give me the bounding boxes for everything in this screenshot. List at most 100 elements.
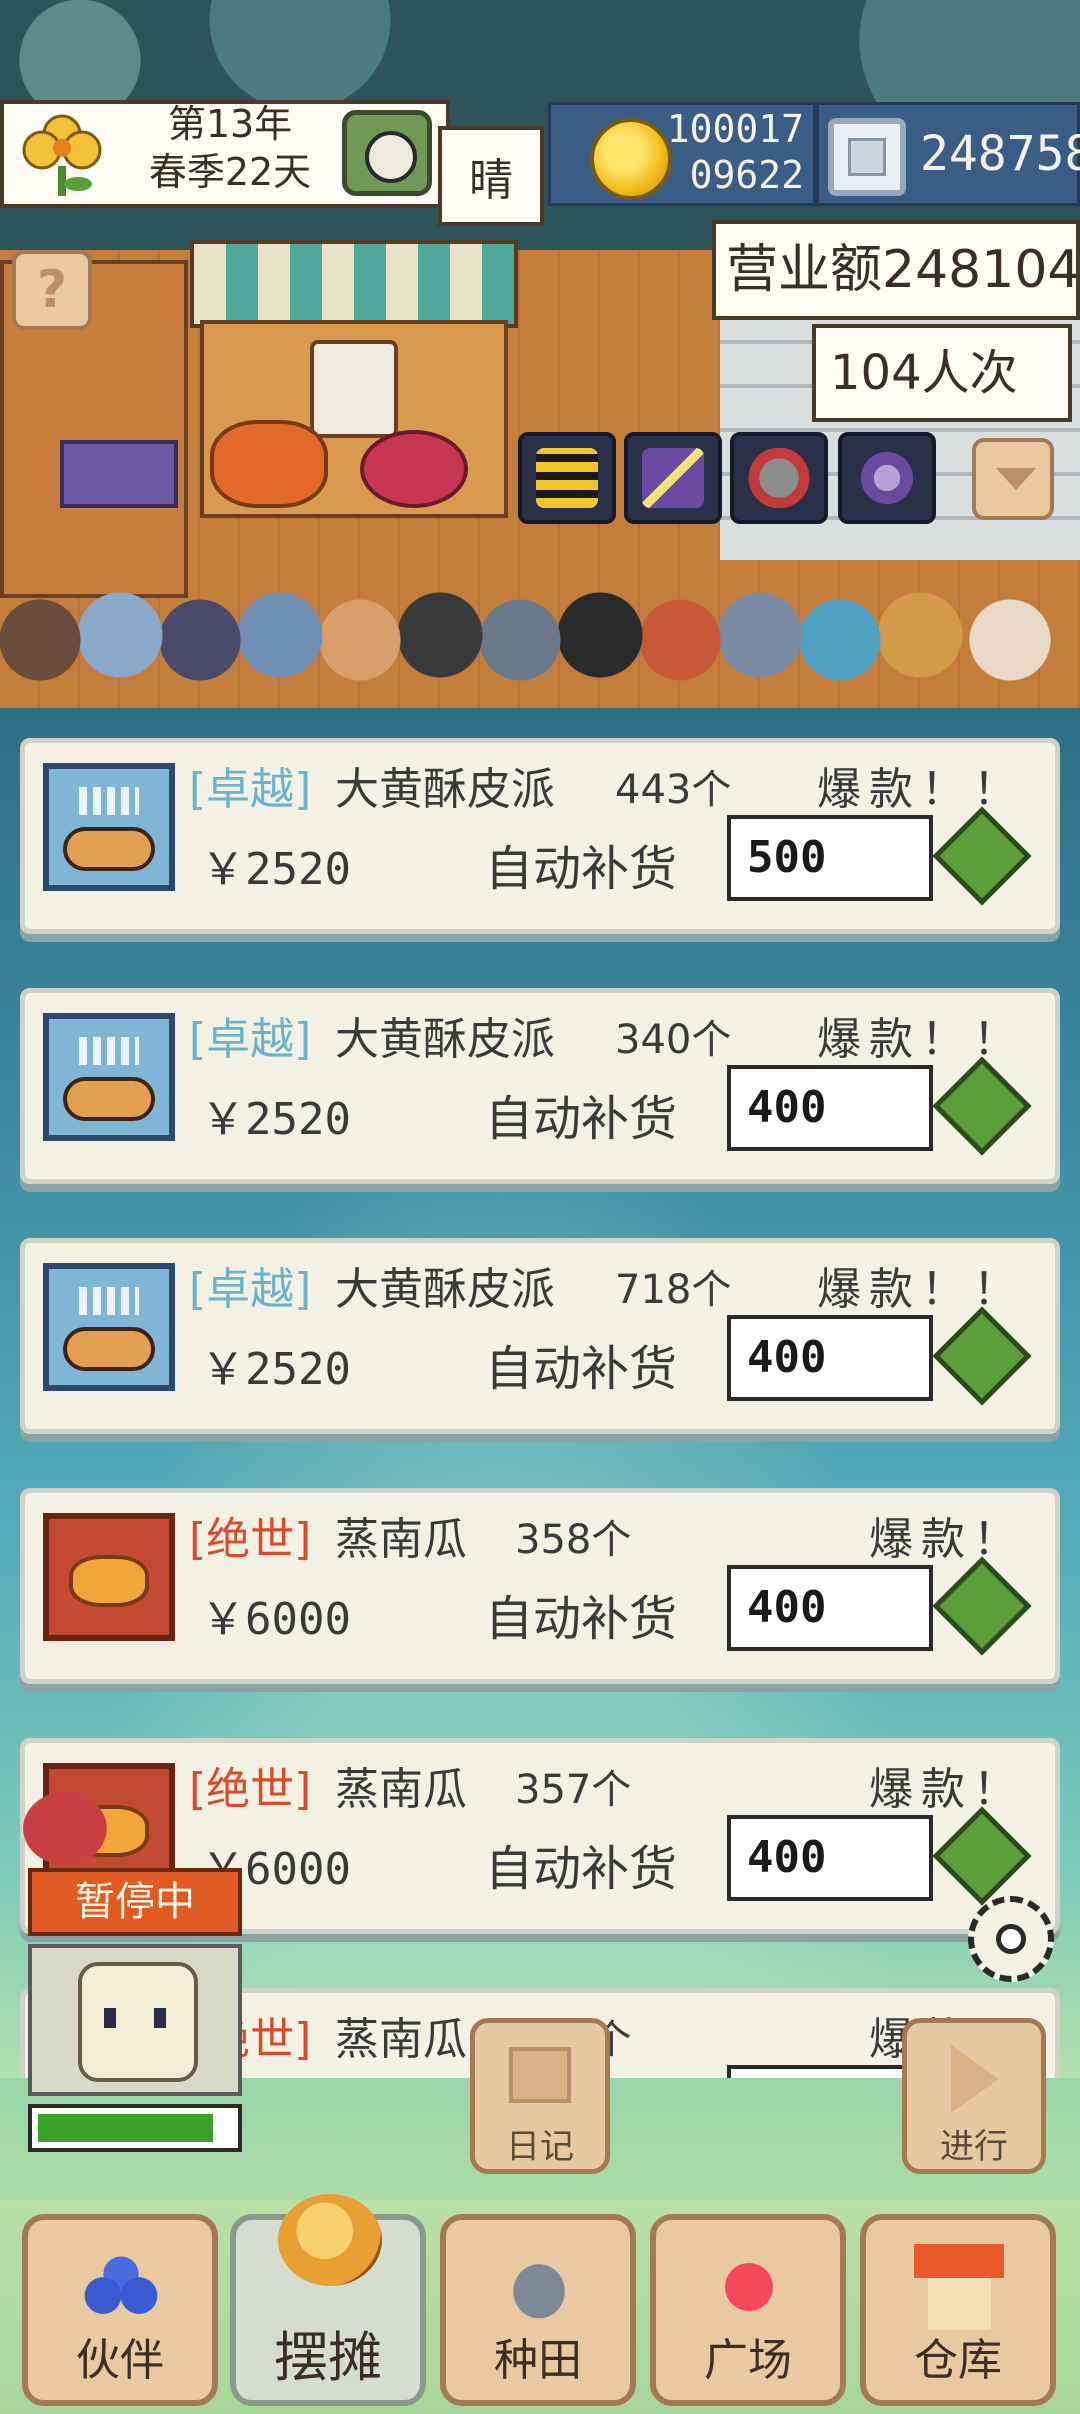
sales-revenue: 营业额248104	[712, 220, 1080, 320]
silver-amount: 248758	[920, 126, 1080, 182]
season-clock-icon	[342, 110, 432, 196]
game-date: 第13年 春季22天	[120, 100, 340, 196]
stall-awning	[190, 240, 518, 328]
pet-status-badge[interactable]: 暂停中	[28, 1868, 242, 1936]
year-label: 第13年	[167, 102, 293, 146]
product-name: 大黄酥皮派	[335, 1014, 555, 1065]
hot-seller-badge: 爆款！	[869, 1514, 1025, 1565]
product-price: ￥2520	[201, 1344, 351, 1395]
weather-label: 晴	[438, 126, 544, 226]
pet-eye-right	[154, 2008, 166, 2028]
product-stock-count: 340个	[615, 1017, 732, 1063]
partner-icon	[76, 2244, 166, 2330]
restock-confirm-gem-button[interactable]	[932, 1806, 1032, 1906]
product-stock-count: 357个	[515, 1767, 632, 1813]
restock-confirm-gem-button[interactable]	[932, 806, 1032, 906]
shopkeeper-cat	[310, 340, 398, 438]
crab-sprite	[0, 1772, 130, 1866]
food-shape	[63, 1327, 155, 1371]
nav-stall[interactable]: 摆摊	[230, 2194, 426, 2406]
hot-seller-badge: 爆款！	[869, 1764, 1025, 1815]
pet-face	[78, 1962, 198, 2082]
restock-quantity-input[interactable]: 500	[727, 815, 933, 901]
restock-confirm-gem-button[interactable]	[932, 1556, 1032, 1656]
help-button[interactable]: ?	[12, 250, 92, 330]
play-icon	[951, 2045, 999, 2113]
product-tier: [卓越]	[189, 764, 312, 815]
visitor-count: 104人次	[812, 324, 1072, 422]
product-stock-count: 718个	[615, 1267, 732, 1313]
gold-amount-line1: 100017	[666, 107, 804, 151]
product-card[interactable]: [卓越] 大黄酥皮派 340个 爆款！！ ￥2520 自动补货 400	[20, 988, 1060, 1184]
knight-helmet-icon	[748, 448, 810, 508]
house-icon	[914, 2244, 1004, 2330]
steam-dots	[79, 1287, 139, 1315]
tool-slot-wand[interactable]	[624, 432, 722, 524]
potion-icon	[856, 448, 918, 508]
diary-book-icon	[509, 2047, 571, 2103]
beehive-icon	[536, 448, 598, 508]
flower-icon	[22, 114, 102, 196]
pet-eye-left	[104, 2008, 116, 2028]
product-stock-count: 443个	[615, 767, 732, 813]
beet-pile	[360, 430, 468, 508]
pie-icon	[43, 1263, 175, 1391]
gold-amount-line2: 09622	[689, 153, 804, 197]
gear-button[interactable]	[968, 1896, 1054, 1982]
customer-queue	[0, 580, 1080, 708]
restock-quantity-input[interactable]: 400	[727, 1315, 933, 1401]
steam-dots	[79, 787, 139, 815]
nav-partner[interactable]: 伙伴	[22, 2214, 218, 2406]
hot-seller-badge: 爆款！！	[817, 1014, 1025, 1065]
proceed-label: 进行	[940, 2127, 1008, 2167]
watering-can-icon	[494, 2244, 584, 2330]
product-name: 蒸南瓜	[335, 2014, 467, 2065]
tool-slot-potion[interactable]	[838, 432, 936, 524]
diary-label: 日记	[506, 2127, 574, 2167]
product-tier: [卓越]	[189, 1264, 312, 1315]
pie-icon	[43, 763, 175, 891]
food-shape	[63, 827, 155, 871]
tool-slot-knight[interactable]	[730, 432, 828, 524]
flower-icon-red	[704, 2244, 794, 2330]
restock-quantity-input[interactable]: 400	[727, 1815, 933, 1901]
nav-farm[interactable]: 种田	[440, 2214, 636, 2406]
restock-quantity-input[interactable]: 400	[727, 1565, 933, 1651]
nav-square[interactable]: 广场	[650, 2214, 846, 2406]
nav-stall-label: 摆摊	[274, 2326, 382, 2389]
nav-square-label: 广场	[704, 2335, 792, 2386]
carrot-pile	[210, 420, 328, 508]
product-card[interactable]: [卓越] 大黄酥皮派 718个 爆款！！ ￥2520 自动补货 400	[20, 1238, 1060, 1434]
restock-confirm-gem-button[interactable]	[932, 1056, 1032, 1156]
hot-seller-badge: 爆款！！	[817, 1264, 1025, 1315]
proceed-button[interactable]: 进行	[902, 2018, 1046, 2174]
season-day-label: 春季22天	[148, 150, 312, 194]
stall-bun-icon	[278, 2194, 382, 2286]
gold-amount: 100017 09622	[652, 106, 804, 198]
gear-icon	[996, 1924, 1026, 1954]
product-card[interactable]: [卓越] 大黄酥皮派 443个 爆款！！ ￥2520 自动补货 500	[20, 738, 1060, 934]
restock-quantity-input[interactable]: 400	[727, 1065, 933, 1151]
steam-dots	[79, 1037, 139, 1065]
pet-energy-bar	[28, 2104, 242, 2152]
pie-icon	[43, 1013, 175, 1141]
product-name: 大黄酥皮派	[335, 1264, 555, 1315]
product-price: ￥2520	[201, 1094, 351, 1145]
auto-restock-label: 自动补货	[485, 1091, 678, 1147]
pet-energy-fill	[38, 2114, 213, 2142]
product-card[interactable]: [绝世] 蒸南瓜 358个 爆款！ ￥6000 自动补货 400	[20, 1488, 1060, 1684]
product-tier: [卓越]	[189, 1014, 312, 1065]
nav-warehouse[interactable]: 仓库	[860, 2214, 1056, 2406]
help-icon: ?	[36, 260, 68, 320]
restock-confirm-gem-button[interactable]	[932, 1306, 1032, 1406]
product-name: 大黄酥皮派	[335, 764, 555, 815]
chevron-down-button[interactable]	[972, 438, 1054, 520]
diary-button[interactable]: 日记	[470, 2018, 610, 2174]
pet-avatar[interactable]	[28, 1944, 242, 2096]
product-tier: [绝世]	[189, 1764, 312, 1815]
product-name: 蒸南瓜	[335, 1514, 467, 1565]
product-price: ￥2520	[201, 844, 351, 895]
nav-partner-label: 伙伴	[76, 2335, 164, 2386]
tool-slot-beehive[interactable]	[518, 432, 616, 524]
pumpkin-icon	[43, 1513, 175, 1641]
